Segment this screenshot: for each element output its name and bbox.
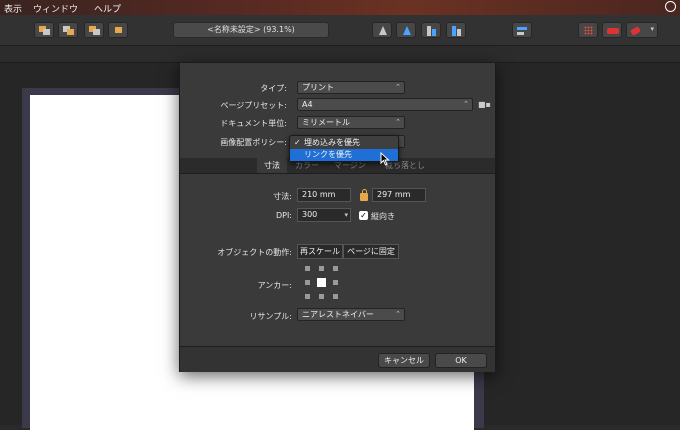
unit-label: ドキュメント単位: — [220, 119, 287, 128]
snapping-toggle-button[interactable] — [602, 22, 622, 38]
preset-select[interactable]: A4 ⌃ — [297, 98, 473, 111]
lock-icon[interactable] — [360, 189, 368, 201]
anchor-point[interactable] — [319, 294, 324, 299]
arrange-forward-button[interactable] — [84, 22, 104, 38]
resample-select[interactable]: ニアレストネイバー ⌃ — [297, 308, 405, 321]
rotate-right-button[interactable] — [446, 22, 466, 38]
tab-dimensions[interactable]: 寸法 — [257, 158, 287, 173]
dpi-input[interactable]: 300 ▾ — [297, 208, 351, 222]
context-toolbar — [0, 46, 680, 63]
menu-help[interactable]: ヘルプ — [94, 2, 121, 15]
anchor-point[interactable] — [305, 294, 310, 299]
cancel-button[interactable]: キャンセル — [378, 353, 430, 368]
checkmark-icon: ✓ — [294, 138, 301, 147]
anchor-point[interactable] — [333, 294, 338, 299]
anchor-selector[interactable] — [305, 266, 339, 300]
fixed-to-page-button[interactable]: ページに固定 — [343, 244, 399, 259]
anchor-label: アンカー: — [257, 281, 292, 290]
menu-window[interactable]: ウィンドウ — [33, 2, 78, 15]
chevron-down-icon: ▾ — [650, 25, 654, 33]
placement-policy-label: 画像配置ポリシー: — [220, 138, 287, 147]
size-label: 寸法: — [273, 192, 292, 201]
flip-horizontal-button[interactable] — [372, 22, 392, 38]
ok-button[interactable]: OK — [435, 353, 487, 368]
menu-bar: 表示 ウィンドウ ヘルプ — [0, 0, 680, 15]
resample-label: リサンプル: — [249, 312, 292, 321]
arrange-back-button[interactable] — [34, 22, 54, 38]
arrange-backward-button[interactable] — [58, 22, 78, 38]
height-input[interactable]: 297 mm — [372, 188, 426, 202]
object-behavior-label: オブジェクトの動作: — [217, 248, 292, 257]
dpi-label: DPI: — [275, 211, 292, 220]
orientation-checkbox[interactable]: ✓ — [359, 211, 368, 220]
grid-icon — [584, 26, 593, 35]
chevron-updown-icon: ⌃ — [395, 118, 401, 126]
chevron-updown-icon: ⌃ — [395, 310, 401, 318]
mouse-cursor-icon — [380, 152, 390, 166]
chevron-updown-icon: ⌃ — [395, 83, 401, 91]
type-select[interactable]: プリント ⌃ — [297, 81, 405, 94]
rotate-left-button[interactable] — [421, 22, 441, 38]
anchor-point[interactable] — [333, 266, 338, 271]
type-label: タイプ: — [260, 84, 287, 93]
preset-label: ページプリセット: — [220, 101, 287, 110]
document-title[interactable]: <名称未設定> (93.1%) — [173, 22, 329, 38]
menu-item-prefer-embedded[interactable]: ✓ 埋め込みを優先 — [290, 137, 398, 149]
magnet-icon — [630, 26, 641, 36]
align-icon — [517, 27, 527, 30]
rotate-right-icon — [452, 26, 456, 36]
chevron-updown-icon: ⌃ — [463, 100, 469, 108]
menu-view[interactable]: 表示 — [4, 2, 22, 15]
anchor-point[interactable] — [333, 280, 338, 285]
arrange-front-button[interactable] — [108, 22, 128, 38]
layers-icon — [115, 27, 122, 33]
orientation-label: 縦向き — [371, 212, 395, 221]
flip-vertical-button[interactable] — [396, 22, 416, 38]
align-button[interactable] — [512, 22, 532, 38]
rotate-left-icon — [427, 26, 431, 36]
rescale-button[interactable]: 再スケール — [297, 244, 343, 259]
preset-menu-icon[interactable]: ■▪ — [478, 100, 491, 109]
snapping-grid-button[interactable] — [578, 22, 598, 38]
new-document-dialog: タイプ: プリント ⌃ ページプリセット: A4 ⌃ ■▪ ドキュメント単位: ミリ… — [179, 62, 496, 372]
anchor-point[interactable] — [305, 280, 310, 285]
snapping-icon — [607, 28, 619, 34]
dialog-footer: キャンセル OK — [180, 346, 495, 372]
anchor-point[interactable] — [305, 266, 310, 271]
creative-cloud-icon[interactable] — [665, 1, 676, 12]
chevron-down-icon: ▾ — [344, 211, 348, 219]
unit-select[interactable]: ミリメートル ⌃ — [297, 116, 405, 129]
flip-vertical-icon — [403, 26, 411, 35]
magnet-dropdown-button[interactable]: ▾ — [626, 22, 658, 38]
width-input[interactable]: 210 mm — [297, 188, 351, 202]
anchor-point-center[interactable] — [317, 278, 326, 287]
anchor-point[interactable] — [319, 266, 324, 271]
flip-horizontal-icon — [379, 26, 387, 35]
